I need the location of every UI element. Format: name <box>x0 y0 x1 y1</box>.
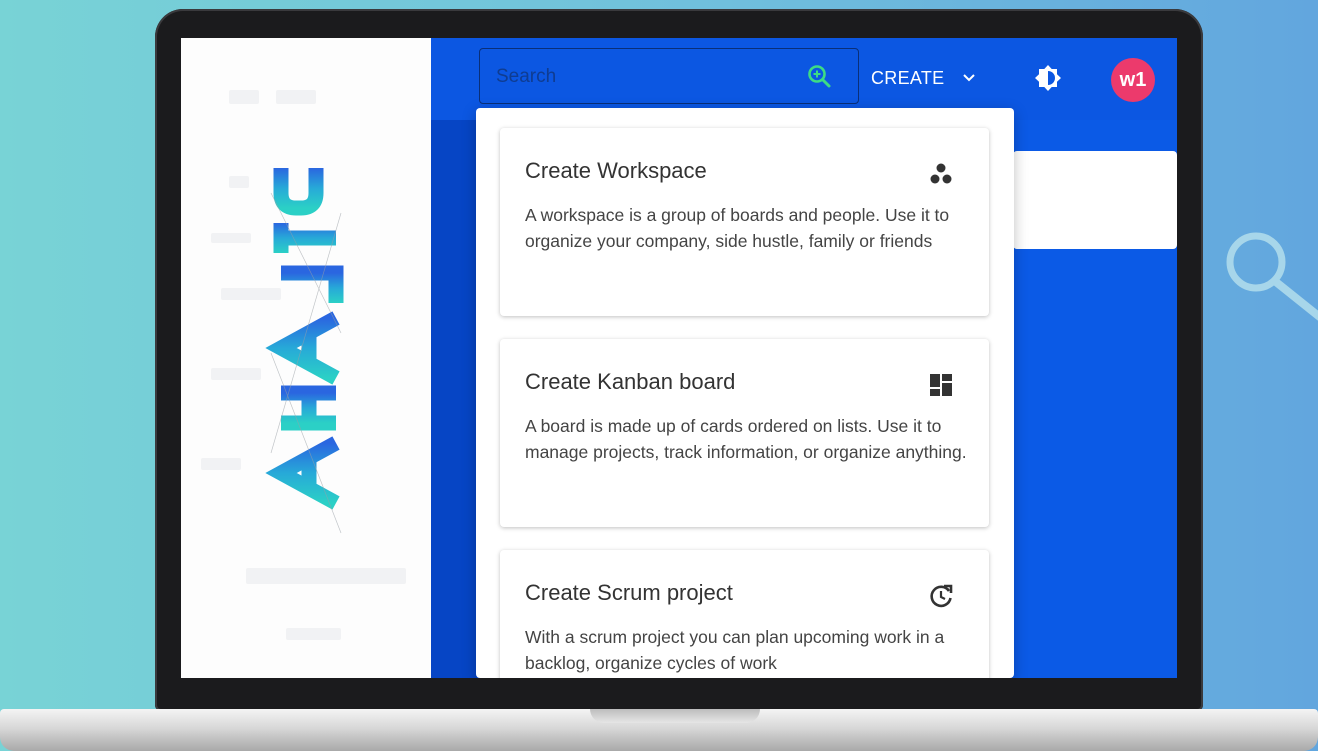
option-title: Create Kanban board <box>525 369 736 394</box>
content-panel <box>1013 151 1177 249</box>
user-avatar[interactable]: w1 <box>1111 58 1155 102</box>
search-field[interactable] <box>479 48 859 104</box>
create-workspace-option[interactable]: Create Workspace A workspace is a group … <box>500 128 989 316</box>
laptop-screen: CREATE w1 Create Workspace A workspace i… <box>181 38 1177 678</box>
option-description: A workspace is a group of boards and peo… <box>525 205 950 251</box>
search-input[interactable] <box>494 63 798 91</box>
brightness-toggle-icon[interactable] <box>1034 64 1062 92</box>
option-title: Create Scrum project <box>525 580 733 605</box>
refresh-cycle-icon <box>930 584 953 608</box>
create-dropdown-menu: Create Workspace A workspace is a group … <box>476 108 1014 678</box>
laptop-notch <box>590 709 760 723</box>
sidebar <box>181 38 431 678</box>
create-scrum-project-option[interactable]: Create Scrum project With a scrum projec… <box>500 550 989 678</box>
create-label: CREATE <box>871 67 945 88</box>
chevron-down-icon <box>963 74 976 82</box>
zoom-in-icon[interactable] <box>806 63 832 89</box>
workspace-icon <box>930 163 952 184</box>
dashboard-icon <box>930 374 952 396</box>
app-logo <box>265 168 344 534</box>
option-description: With a scrum project you can plan upcomi… <box>525 627 945 673</box>
content-sidebar-strip <box>431 120 477 678</box>
background-search-icon <box>1226 232 1318 321</box>
option-title: Create Workspace <box>525 158 707 183</box>
avatar-initials: w1 <box>1119 68 1147 91</box>
create-menu-button[interactable]: CREATE <box>871 64 976 92</box>
create-kanban-board-option[interactable]: Create Kanban board A board is made up o… <box>500 339 989 527</box>
option-description: A board is made up of cards ordered on l… <box>525 416 967 462</box>
